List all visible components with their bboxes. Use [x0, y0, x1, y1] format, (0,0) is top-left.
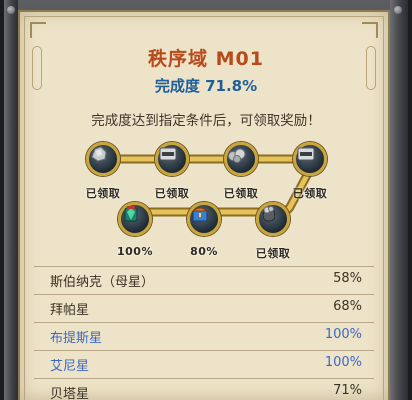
rock-pile-icon: [228, 148, 246, 163]
planet-percent: 100%: [324, 355, 362, 370]
planet-name: 拜帕星: [50, 303, 90, 318]
planet-row[interactable]: 贝塔星 71%: [50, 379, 362, 400]
reward-threshold-label: 100%: [117, 245, 153, 258]
planet-row[interactable]: 拜帕星 68%: [50, 295, 362, 319]
blue-treasure-chest-icon: [191, 207, 209, 222]
reward-status-label: 已领取: [292, 187, 328, 200]
planet-row[interactable]: 艾尼星 100%: [50, 351, 362, 375]
reward-node[interactable]: [256, 202, 290, 236]
planet-percent: 71%: [333, 383, 362, 398]
rivet-icon: [394, 6, 402, 14]
rewards-panel: 秩序域 M01 完成度 71.8% 完成度达到指定条件后，可领取奖励！ 已领取 …: [18, 10, 390, 400]
reward-node[interactable]: [293, 142, 327, 176]
planet-percent: 100%: [324, 327, 362, 342]
planet-name: 布提斯星: [50, 331, 103, 346]
reward-node[interactable]: [118, 202, 152, 236]
planet-percent: 58%: [333, 271, 362, 286]
resource-crate-icon: [297, 147, 315, 161]
planet-row[interactable]: 斯伯纳克（母星） 58%: [50, 267, 362, 291]
reward-status-label: 已领取: [85, 187, 121, 200]
reward-status-label: 已领取: [255, 247, 291, 260]
ore-sack-icon: [262, 206, 276, 222]
reward-node[interactable]: [224, 142, 258, 176]
frame-rail-right: [390, 0, 408, 400]
planet-percent: 68%: [333, 299, 362, 314]
frame-rail-left: [4, 0, 18, 400]
planet-name: 贝塔星: [50, 387, 90, 400]
reward-node[interactable]: [155, 142, 189, 176]
green-crystal-icon: [124, 206, 138, 222]
rivet-icon: [7, 6, 15, 14]
planet-name: 艾尼星: [50, 359, 90, 374]
planet-name: 斯伯纳克（母星）: [50, 275, 155, 290]
reward-status-label: 已领取: [223, 187, 259, 200]
reward-status-label: 已领取: [154, 187, 190, 200]
reward-node[interactable]: [187, 202, 221, 236]
reward-threshold-label: 80%: [190, 245, 218, 258]
reward-node[interactable]: [86, 142, 120, 176]
silver-ore-icon: [91, 146, 107, 162]
resource-crate-icon: [159, 147, 177, 161]
planet-row[interactable]: 布提斯星 100%: [50, 323, 362, 347]
